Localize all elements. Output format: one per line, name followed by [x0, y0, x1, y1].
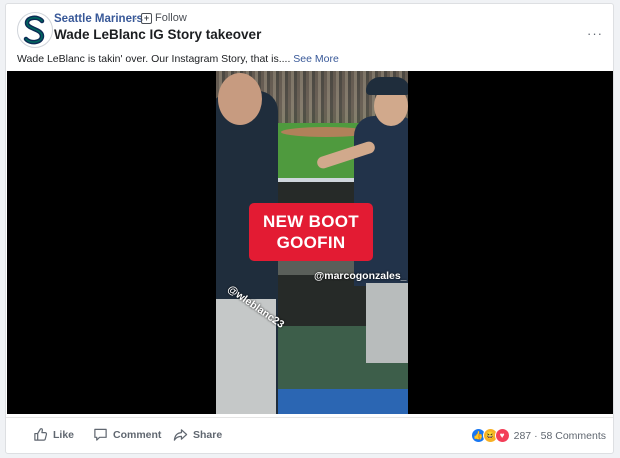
reaction-separator: ·: [534, 429, 538, 442]
thumbs-up-icon: [34, 428, 48, 441]
player-left-head: [218, 73, 262, 125]
reaction-count[interactable]: 287: [514, 430, 532, 442]
story-text-sticker: NEW BOOT GOOFIN: [249, 203, 373, 261]
reactions-summary[interactable]: 👍 😆 ♥ 287 · 58 Comments: [470, 428, 606, 443]
comment-icon: [94, 428, 107, 441]
follow-button[interactable]: + Follow: [141, 12, 187, 24]
post-card: Seattle Mariners · + Follow Wade LeBlanc…: [5, 3, 614, 454]
follow-label: Follow: [155, 12, 187, 24]
sticker-line-2: GOOFIN: [276, 233, 346, 252]
share-button[interactable]: Share: [173, 427, 222, 442]
share-label: Share: [193, 428, 223, 441]
see-more-link[interactable]: See More: [293, 53, 339, 65]
player-right-pants: [366, 283, 408, 363]
sticker-line-1: NEW BOOT: [263, 212, 359, 231]
more-options-button[interactable]: ···: [587, 26, 603, 41]
like-button[interactable]: Like: [33, 427, 74, 442]
name-separator: ·: [134, 13, 138, 25]
love-reaction-icon: ♥: [494, 428, 510, 443]
comment-label: Comment: [113, 428, 162, 441]
share-icon: [173, 429, 188, 441]
post-actions-bar: Like Comment Share 👍 😆 ♥ 287 · 58 Commen…: [6, 417, 613, 454]
video-player[interactable]: NEW BOOT GOOFIN @wleblanc23 @marcogonzal…: [7, 71, 613, 414]
post-text: Wade LeBlanc is takin' over. Our Instagr…: [17, 53, 339, 65]
like-label: Like: [53, 428, 75, 441]
post-text-body: Wade LeBlanc is takin' over. Our Instagr…: [17, 53, 291, 65]
page-name-link[interactable]: Seattle Mariners: [54, 13, 143, 25]
follow-icon: +: [141, 12, 152, 24]
post-title: Wade LeBlanc IG Story takeover: [54, 27, 262, 42]
page-avatar[interactable]: [17, 12, 53, 48]
player-right-cap: [366, 77, 408, 95]
mariners-logo-icon: [23, 15, 45, 45]
video-frame: NEW BOOT GOOFIN @wleblanc23 @marcogonzal…: [216, 71, 408, 414]
comment-button[interactable]: Comment: [93, 427, 161, 442]
mention-tag-marcogonzales: @marcogonzales_: [314, 270, 407, 282]
comment-count[interactable]: 58 Comments: [541, 430, 606, 442]
